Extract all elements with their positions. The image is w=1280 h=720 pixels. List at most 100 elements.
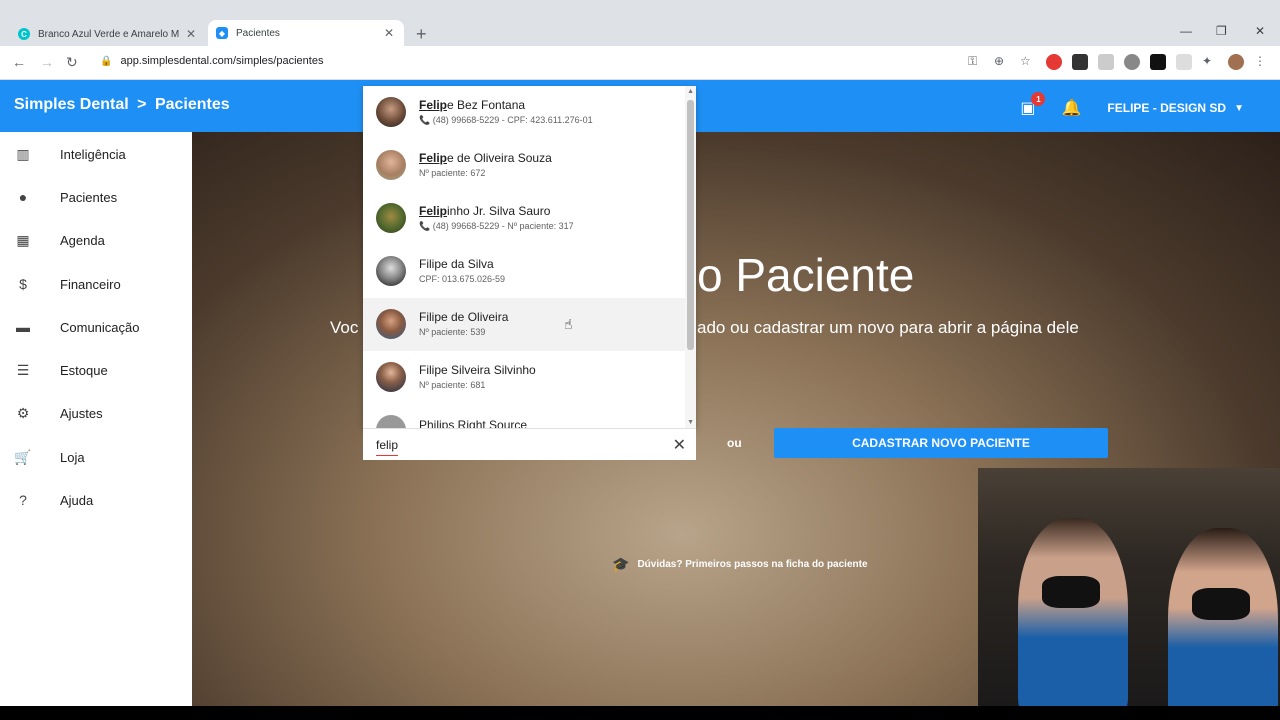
- browser-tab-pacientes[interactable]: ◆ Pacientes ✕: [208, 20, 404, 46]
- avatar: [376, 415, 406, 428]
- name-rest: e Bez Fontana: [447, 98, 526, 112]
- sidebar-item-inteligencia[interactable]: ▥ Inteligência: [14, 142, 125, 166]
- tooth-notification-icon[interactable]: ▣ 1: [1020, 92, 1046, 118]
- profile-avatar-icon[interactable]: [1228, 54, 1244, 70]
- sidebar-item-label: Agenda: [60, 232, 105, 248]
- bell-icon[interactable]: 🔔: [1061, 98, 1081, 118]
- list-item[interactable]: Felipe Bez Fontana 📞 (48) 99668-5229 - C…: [363, 86, 685, 139]
- new-tab-button[interactable]: +: [416, 24, 427, 45]
- add-patient-button[interactable]: CADASTRAR NOVO PACIENTE: [774, 428, 1108, 458]
- lock-icon: 🔒: [100, 55, 113, 67]
- sidebar-item-loja[interactable]: 🛒 Loja: [14, 445, 85, 469]
- or-label: ou: [727, 436, 742, 450]
- sidebar-item-label: Pacientes: [60, 189, 118, 205]
- puzzle-icon[interactable]: ✦: [1202, 54, 1218, 70]
- scroll-down-icon[interactable]: ▼: [687, 419, 694, 426]
- list-item[interactable]: Filipe Silveira Silvinho Nº paciente: 68…: [363, 351, 685, 404]
- page-title: o Paciente: [697, 249, 915, 301]
- dropdown-scrollbar[interactable]: ▲ ▼: [685, 86, 696, 428]
- sidebar: ▥ Inteligência ● Pacientes ▦ Agenda $ Financ…: [0, 132, 192, 706]
- breadcrumb-section: Pacientes: [154, 96, 230, 113]
- help-link[interactable]: 🎓 Dúvidas? Primeiros passos na ficha do p…: [612, 556, 868, 573]
- list-item[interactable]: Felipinho Jr. Silva Sauro 📞 (48) 99668-5…: [363, 192, 685, 245]
- browser-tabstrip: C Branco Azul Verde e Amarelo M ✕ ◆ Paci…: [0, 0, 1280, 46]
- brand-name[interactable]: Simples Dental: [14, 96, 129, 113]
- phone-icon: 📞: [419, 115, 433, 125]
- star-icon[interactable]: ☆: [1020, 54, 1036, 70]
- extension-dark-icon[interactable]: [1072, 54, 1088, 70]
- user-menu[interactable]: FELIPE - DESIGN SD: [1107, 101, 1226, 115]
- scroll-up-icon[interactable]: ▲: [687, 88, 694, 95]
- patient-detail: CPF: 013.675.026-59: [419, 274, 506, 284]
- avatar: [376, 150, 406, 180]
- name-rest: inho Jr. Silva Sauro: [447, 204, 551, 218]
- help-icon: ?: [19, 492, 27, 508]
- key-icon[interactable]: ⚿: [968, 54, 984, 70]
- calendar-icon: ▦: [16, 231, 30, 248]
- patient-name: Felipe de Oliveira Souza: [419, 151, 552, 165]
- minimize-icon[interactable]: —: [1180, 24, 1192, 38]
- sidebar-item-agenda[interactable]: ▦ Agenda: [14, 228, 105, 252]
- canva-icon: C: [18, 28, 30, 40]
- person-icon: ●: [18, 189, 28, 205]
- add-icon[interactable]: ⊕: [994, 54, 1010, 70]
- simplesdental-icon: ◆: [216, 27, 228, 39]
- sidebar-item-label: Loja: [60, 449, 85, 465]
- patient-detail: Nº paciente: 672: [419, 168, 486, 178]
- sidebar-item-comunicacao[interactable]: ▬ Comunicação: [14, 315, 140, 339]
- webcam-person: [1018, 518, 1128, 706]
- list-item[interactable]: Filipe da Silva CPF: 013.675.026-59: [363, 245, 685, 298]
- search-input[interactable]: [376, 438, 656, 452]
- subtitle-left: Voc: [330, 318, 359, 337]
- avatar: [376, 362, 406, 392]
- bottom-black-bar: [0, 706, 1280, 720]
- url-field[interactable]: 🔒 app.simplesdental.com/simples/paciente…: [100, 55, 323, 67]
- address-bar: ← → ↻ 🔒 app.simplesdental.com/simples/pa…: [0, 46, 1280, 80]
- patient-name: Felipinho Jr. Silva Sauro: [419, 204, 550, 218]
- patient-name: Philips Right Source: [419, 418, 528, 428]
- extension-light-icon[interactable]: [1176, 54, 1192, 70]
- sidebar-item-label: Ajustes: [60, 405, 103, 421]
- list-item[interactable]: Felipe de Oliveira Souza Nº paciente: 67…: [363, 139, 685, 192]
- extension-black-icon[interactable]: [1150, 54, 1166, 70]
- sidebar-item-label: Comunicação: [60, 319, 140, 335]
- name-match: Felip: [419, 98, 448, 112]
- close-tab-icon[interactable]: ✕: [186, 27, 196, 41]
- close-window-icon[interactable]: ✕: [1255, 24, 1265, 38]
- sidebar-item-ajustes[interactable]: ⚙ Ajustes: [14, 401, 103, 425]
- menu-dots-icon[interactable]: ⋮: [1254, 54, 1270, 70]
- reload-icon[interactable]: ↻: [66, 54, 78, 71]
- patient-detail: 📞 (48) 99668-5229 - CPF: 423.611.276-01: [419, 115, 593, 126]
- sidebar-item-estoque[interactable]: ☰ Estoque: [14, 358, 108, 382]
- avatar: [376, 256, 406, 286]
- sidebar-item-ajuda[interactable]: ? Ajuda: [14, 488, 93, 512]
- clear-search-icon[interactable]: ✕: [673, 435, 686, 455]
- patient-detail: Nº paciente: 539: [419, 327, 486, 337]
- patient-detail: Nº paciente: 681: [419, 380, 486, 390]
- extension-grey-icon[interactable]: [1098, 54, 1114, 70]
- browser-tab-canva[interactable]: C Branco Azul Verde e Amarelo M ✕: [10, 22, 206, 46]
- sidebar-item-pacientes[interactable]: ● Pacientes: [14, 185, 117, 209]
- gear-icon: ⚙: [16, 404, 30, 421]
- scrollbar-thumb[interactable]: [687, 100, 694, 350]
- back-icon[interactable]: ←: [12, 54, 26, 70]
- graduation-cap-icon: 🎓: [612, 556, 630, 572]
- sidebar-item-financeiro[interactable]: $ Financeiro: [14, 272, 121, 296]
- close-tab-icon[interactable]: ✕: [384, 26, 394, 40]
- search-results-dropdown: Felipe Bez Fontana 📞 (48) 99668-5229 - C…: [363, 86, 696, 428]
- tab-title: Branco Azul Verde e Amarelo M: [38, 28, 180, 40]
- mouse-cursor-icon: ☝: [564, 316, 573, 332]
- extension-circle-icon[interactable]: [1124, 54, 1140, 70]
- chevron-down-icon[interactable]: ▼: [1234, 103, 1244, 114]
- patient-name: Filipe de Oliveira: [419, 310, 509, 324]
- name-match: Felip: [419, 151, 448, 165]
- avatar: [376, 97, 406, 127]
- list-item[interactable]: Philips Right Source: [363, 404, 685, 428]
- forward-icon[interactable]: →: [40, 54, 54, 70]
- list-item[interactable]: Filipe de Oliveira Nº paciente: 539: [363, 298, 685, 351]
- extension-red-icon[interactable]: [1046, 54, 1062, 70]
- tab-title: Pacientes: [236, 27, 280, 39]
- restore-icon[interactable]: ❐: [1216, 24, 1227, 38]
- patient-name: Filipe da Silva: [419, 257, 494, 271]
- detail-text: (48) 99668-5229 - CPF: 423.611.276-01: [432, 115, 593, 125]
